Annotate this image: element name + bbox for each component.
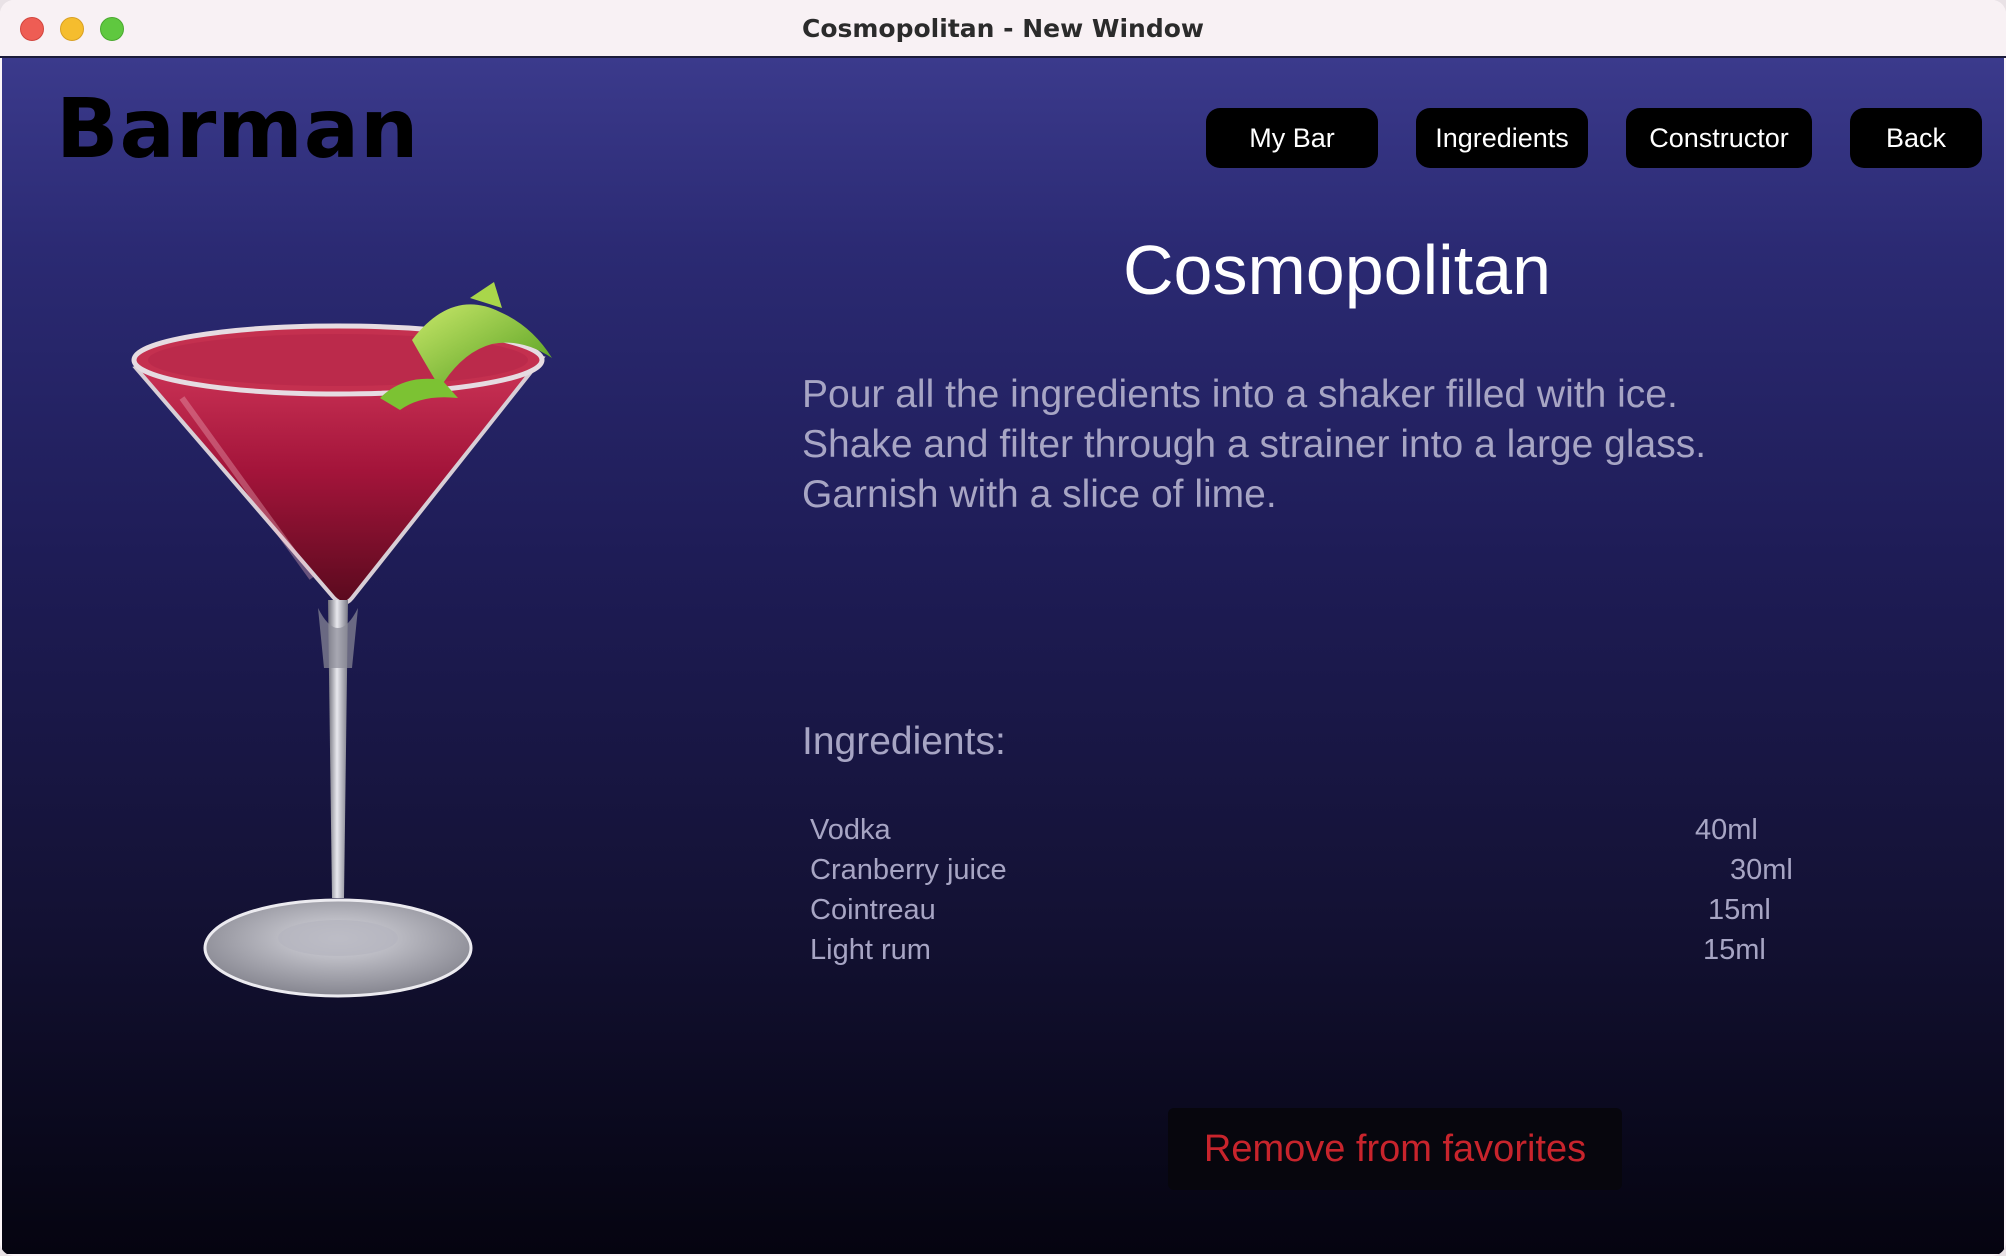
ingredient-name: Cranberry juice [810, 854, 1007, 886]
ingredient-name: Light rum [810, 934, 931, 966]
cocktail-image [131, 282, 552, 998]
ingredient-row: Cranberry juice 30ml [810, 854, 1810, 894]
ingredient-row: Light rum 15ml [810, 934, 1810, 974]
ingredient-amount: 30ml [1730, 854, 1793, 886]
recipe-line: Pour all the ingredients into a shaker f… [802, 373, 1678, 416]
ingredient-row: Cointreau 15ml [810, 894, 1810, 934]
ingredients-button[interactable]: Ingredients [1416, 108, 1588, 168]
ingredient-amount: 15ml [1708, 894, 1771, 926]
ingredients-heading: Ingredients: [802, 720, 1006, 763]
ingredient-name: Cointreau [810, 894, 936, 926]
drink-title: Cosmopolitan [1123, 231, 1551, 309]
ingredient-row: Vodka 40ml [810, 814, 1810, 854]
constructor-button[interactable]: Constructor [1626, 108, 1812, 168]
app-logo: Barman [56, 82, 420, 177]
title-bar[interactable]: Cosmopolitan - New Window [0, 0, 2006, 58]
main-content: Barman My Bar Ingredients Constructor Ba… [2, 58, 2004, 1254]
recipe-line: Shake and filter through a strainer into… [802, 423, 1707, 466]
back-button[interactable]: Back [1850, 108, 1982, 168]
window-title: Cosmopolitan - New Window [801, 14, 1205, 43]
ingredient-name: Vodka [810, 814, 891, 846]
ingredients-list: Vodka 40ml Cranberry juice 30ml Cointrea… [810, 814, 1810, 974]
recipe-line: Garnish with a slice of lime. [802, 473, 1277, 516]
app-window: Cosmopolitan - New Window Barman My Bar … [0, 0, 2006, 1256]
ingredient-amount: 15ml [1703, 934, 1766, 966]
ingredient-amount: 40ml [1695, 814, 1758, 846]
my-bar-button[interactable]: My Bar [1206, 108, 1378, 168]
remove-from-favorites-button[interactable]: Remove from favorites [1168, 1108, 1622, 1190]
recipe-instructions: Pour all the ingredients into a shaker f… [802, 370, 1902, 520]
